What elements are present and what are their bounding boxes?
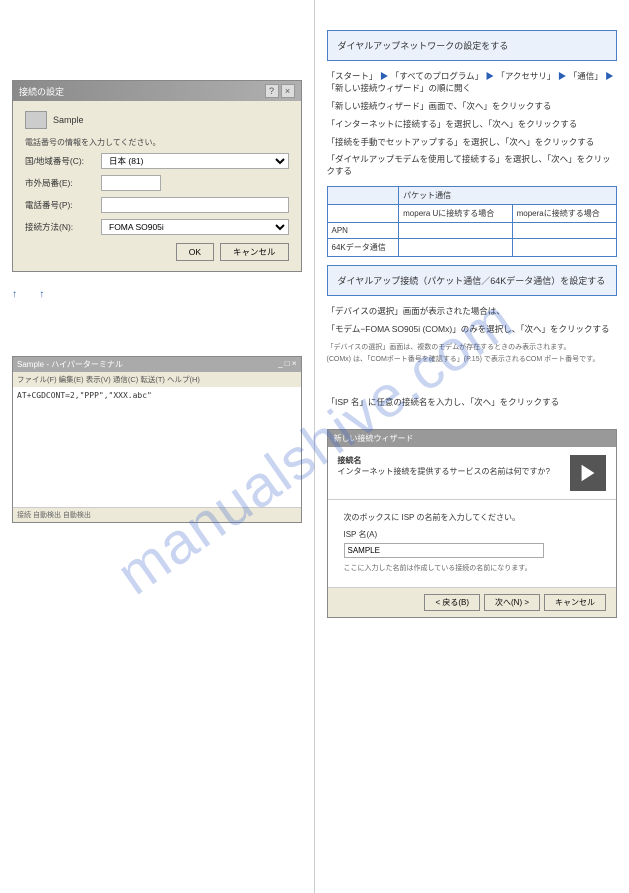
wizard-titlebar: 新しい接続ウィザード xyxy=(328,430,617,447)
table-cell: APN xyxy=(327,223,399,239)
terminal-status: 接続 自動検出 自動検出 xyxy=(13,507,301,522)
isp-label: ISP 名(A) xyxy=(344,529,601,540)
step-4: 「接続を手動でセットアップする」を選択し、「次へ」をクリックする xyxy=(327,137,618,149)
dialog-prompt: 電話番号の情報を入力してください。 xyxy=(25,137,289,149)
ok-button[interactable]: OK xyxy=(176,243,214,261)
table-cell xyxy=(512,239,616,257)
note-1: 「デバイスの選択」画面は、複数のモデムが存在するときのみ表示されます。 xyxy=(327,342,618,352)
terminal-menubar[interactable]: ファイル(F) 編集(E) 表示(V) 通信(C) 転送(T) ヘルプ(H) xyxy=(13,372,301,387)
terminal-command: AT+CGDCONT=2,"PPP","XXX.abc" xyxy=(17,391,152,400)
section-heading-box: ダイヤルアップネットワークの設定をする xyxy=(327,30,618,61)
isp-name-input[interactable] xyxy=(344,543,544,558)
table-header: パケット通信 xyxy=(399,187,617,205)
arrow-icon: ▶ xyxy=(558,71,567,81)
hyperterminal-window: Sample - ハイパーターミナル _ □ × ファイル(F) 編集(E) 表… xyxy=(12,356,302,523)
area-label: 市外局番(E): xyxy=(25,177,95,189)
arrow-icon: ▶ xyxy=(605,71,614,81)
sample-label: Sample xyxy=(53,115,84,125)
step-5: 「ダイヤルアップモデムを使用して接続する」を選択し、「次へ」をクリックする xyxy=(327,154,618,178)
arrow-icon: ▶ xyxy=(380,71,389,81)
table-cell: 64Kデータ通信 xyxy=(327,239,399,257)
section-heading-box-2: ダイヤルアップ接続（パケット通信／64Kデータ通信）を設定する xyxy=(327,265,618,296)
wizard-note: ここに入力した名前は作成している接続の名前になります。 xyxy=(344,563,601,573)
note-2: (COMx) は、「COMポート番号を確認する」(P.15) で表示されるCOM… xyxy=(327,354,618,364)
connect-label: 接続方法(N): xyxy=(25,221,95,233)
terminal-controls[interactable]: _ □ × xyxy=(278,359,296,370)
wizard-prompt: 次のボックスに ISP の名前を入力してください。 xyxy=(344,512,601,523)
cancel-button[interactable]: キャンセル xyxy=(220,243,289,261)
terminal-title: Sample - ハイパーターミナル xyxy=(17,359,123,370)
dialog-titlebar: 接続の設定 ? × xyxy=(13,81,301,101)
step-arrow-icon: ↑ xyxy=(12,289,17,300)
new-connection-wizard: 新しい接続ウィザード 接続名 インターネット接続を提供するサービスの名前は何です… xyxy=(327,429,618,618)
close-icon[interactable]: × xyxy=(281,84,295,98)
wizard-logo-icon xyxy=(570,455,606,491)
connection-table: パケット通信 mopera Uに接続する場合 moperaに接続する場合 APN… xyxy=(327,186,618,257)
area-input[interactable] xyxy=(101,175,161,191)
help-icon[interactable]: ? xyxy=(265,84,279,98)
country-label: 国/地域番号(C): xyxy=(25,155,95,167)
back-button[interactable]: < 戻る(B) xyxy=(424,594,480,611)
terminal-titlebar: Sample - ハイパーターミナル _ □ × xyxy=(13,357,301,372)
phone-label: 電話番号(P): xyxy=(25,199,95,211)
terminal-body[interactable]: AT+CGDCONT=2,"PPP","XXX.abc" xyxy=(13,387,301,507)
step-3: 「インターネットに接続する」を選択し、「次へ」をクリックする xyxy=(327,119,618,131)
step-6-body: 「モデム−FOMA SO905i (COMx)」のみを選択し、「次へ」をクリック… xyxy=(327,324,618,336)
dialog-title: 接続の設定 xyxy=(19,85,64,98)
modem-icon xyxy=(25,111,47,129)
step-1: 「スタート」 ▶ 「すべてのプログラム」 ▶ 「アクセサリ」 ▶ 「通信」 ▶ … xyxy=(327,71,618,95)
wizard-header-sub: インターネット接続を提供するサービスの名前は何ですか? xyxy=(338,466,550,477)
section-heading: ダイヤルアップネットワークの設定をする xyxy=(338,41,509,51)
step-2: 「新しい接続ウィザード」画面で、「次へ」をクリックする xyxy=(327,101,618,113)
table-cell xyxy=(327,205,399,223)
table-cell xyxy=(399,223,512,239)
box-line-1: ダイヤルアップ接続（パケット通信／64Kデータ通信）を設定する xyxy=(338,274,607,287)
wizard-cancel-button[interactable]: キャンセル xyxy=(544,594,606,611)
arrow-icon: ▶ xyxy=(485,71,494,81)
step-arrow-icon: ↑ xyxy=(39,289,44,300)
phone-input[interactable] xyxy=(101,197,289,213)
step-indicators: ↑ ↑ xyxy=(12,287,302,302)
table-header xyxy=(327,187,399,205)
table-cell xyxy=(399,239,512,257)
connect-select[interactable]: FOMA SO905i xyxy=(101,219,289,235)
next-button[interactable]: 次へ(N) > xyxy=(484,594,540,611)
connection-settings-dialog: 接続の設定 ? × Sample 電話番号の情報を入力してください。 国/地域番… xyxy=(12,80,302,272)
wizard-header-title: 接続名 xyxy=(338,455,550,466)
country-select[interactable]: 日本 (81) xyxy=(101,153,289,169)
table-cell xyxy=(512,223,616,239)
table-cell: mopera Uに接続する場合 xyxy=(399,205,512,223)
step-6-title: 「デバイスの選択」画面が表示された場合は、 xyxy=(327,306,618,318)
table-cell: moperaに接続する場合 xyxy=(512,205,616,223)
step-7: 「ISP 名」に任意の接続名を入力し、「次へ」をクリックする xyxy=(327,397,618,409)
